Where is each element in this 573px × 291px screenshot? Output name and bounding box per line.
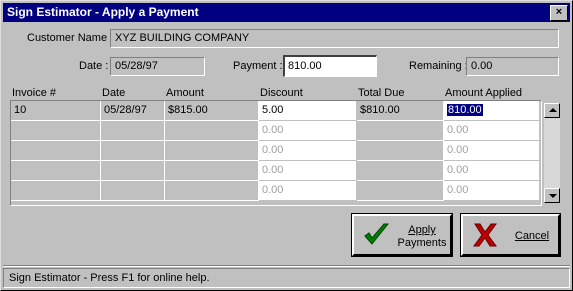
x-icon [473, 223, 497, 247]
cell-amount-applied-text: 0.00 [447, 164, 469, 176]
header-total-due: Total Due [358, 87, 405, 99]
cell-discount-text: 0.00 [262, 124, 284, 136]
cell-amount-applied-text: 0.00 [447, 184, 469, 196]
header-invoice: Invoice # [12, 87, 57, 99]
customer-name-field: XYZ BUILDING COMPANY [110, 29, 559, 48]
cell-amount [165, 141, 259, 161]
customer-name-value: XYZ BUILDING COMPANY [115, 32, 250, 44]
cell-discount[interactable]: 5.00 [259, 101, 357, 121]
cell-amount-applied[interactable]: 0.00 [444, 161, 540, 181]
cell-discount-text: 0.00 [262, 144, 284, 156]
grid-scrollbar[interactable] [544, 103, 560, 203]
remaining-field: 0.00 [466, 57, 559, 76]
cell-invoice-text: 10 [14, 104, 27, 116]
arrow-down-icon [549, 194, 557, 198]
close-button[interactable]: × [550, 5, 568, 21]
status-separator [3, 265, 570, 267]
close-icon: × [555, 6, 563, 18]
cell-amount [165, 181, 259, 201]
cell-date-text: 05/28/97 [104, 104, 147, 116]
status-bar: Sign Estimator - Press F1 for online hel… [3, 268, 570, 288]
scroll-down-button[interactable] [544, 188, 560, 203]
scroll-up-button[interactable] [544, 103, 560, 118]
cell-discount[interactable]: 0.00 [259, 141, 357, 161]
cancel-label: Cancel [514, 230, 550, 242]
payment-input[interactable]: 810.00 [283, 55, 377, 77]
cell-amount-applied-text: 0.00 [447, 144, 469, 156]
header-amount-applied: Amount Applied [445, 87, 523, 99]
cell-date [101, 181, 165, 201]
cell-amount-applied[interactable]: 0.00 [444, 121, 540, 141]
cell-amount [165, 121, 259, 141]
cell-discount-text: 5.00 [262, 104, 284, 116]
header-discount: Discount [260, 87, 303, 99]
header-date: Date [102, 87, 126, 99]
remaining-label: Remaining : [409, 60, 468, 72]
cell-total-due [357, 161, 444, 181]
cell-total-due [357, 181, 444, 201]
cell-amount-applied-text: 0.00 [447, 124, 469, 136]
cell-amount-text: $815.00 [168, 104, 208, 116]
cell-discount-text: 0.00 [262, 184, 284, 196]
payment-label: Payment : [233, 60, 283, 72]
invoice-grid: 10 05/28/97 $815.00 5.00 $810.00 810.00 0.00 0.… [10, 100, 542, 206]
title-bar: Sign Estimator - Apply a Payment × [3, 3, 570, 22]
cell-date [101, 121, 165, 141]
status-text: Sign Estimator - Press F1 for online hel… [9, 272, 210, 284]
checkmark-icon [364, 223, 390, 245]
apply-label-line2: Payments [397, 237, 447, 249]
cell-discount[interactable]: 0.00 [259, 121, 357, 141]
header-amount: Amount [166, 87, 204, 99]
cell-total-due [357, 141, 444, 161]
cancel-button[interactable]: Cancel [460, 213, 561, 257]
cell-invoice [11, 181, 101, 201]
cell-invoice [11, 121, 101, 141]
cell-date [101, 161, 165, 181]
cell-invoice [11, 141, 101, 161]
cell-date [101, 141, 165, 161]
cell-amount-applied[interactable]: 810.00 [444, 101, 540, 121]
cell-total-due [357, 121, 444, 141]
cell-invoice: 10 [11, 101, 101, 121]
apply-payment-window: Sign Estimator - Apply a Payment × Custo… [0, 0, 573, 291]
cell-discount[interactable]: 0.00 [259, 181, 357, 201]
cell-amount [165, 161, 259, 181]
cell-amount: $815.00 [165, 101, 259, 121]
cell-amount-applied[interactable]: 0.00 [444, 141, 540, 161]
apply-payments-button[interactable]: Apply Payments [351, 213, 453, 257]
apply-label-line1: Apply [408, 224, 436, 236]
customer-name-label: Customer Name : [27, 32, 114, 44]
arrow-up-icon [549, 108, 557, 112]
cell-amount-applied[interactable]: 0.00 [444, 181, 540, 201]
cell-invoice [11, 161, 101, 181]
cell-total-due: $810.00 [357, 101, 444, 121]
date-label: Date : [79, 60, 109, 72]
cell-total-due-text: $810.00 [360, 104, 400, 116]
date-value: 05/28/97 [115, 60, 158, 72]
cell-discount-text: 0.00 [262, 164, 284, 176]
remaining-value: 0.00 [471, 60, 493, 72]
window-title: Sign Estimator - Apply a Payment [7, 5, 199, 19]
payment-value: 810.00 [288, 60, 322, 72]
cell-discount[interactable]: 0.00 [259, 161, 357, 181]
cell-date: 05/28/97 [101, 101, 165, 121]
cell-amount-applied-text: 810.00 [447, 104, 483, 116]
date-field: 05/28/97 [110, 57, 205, 76]
